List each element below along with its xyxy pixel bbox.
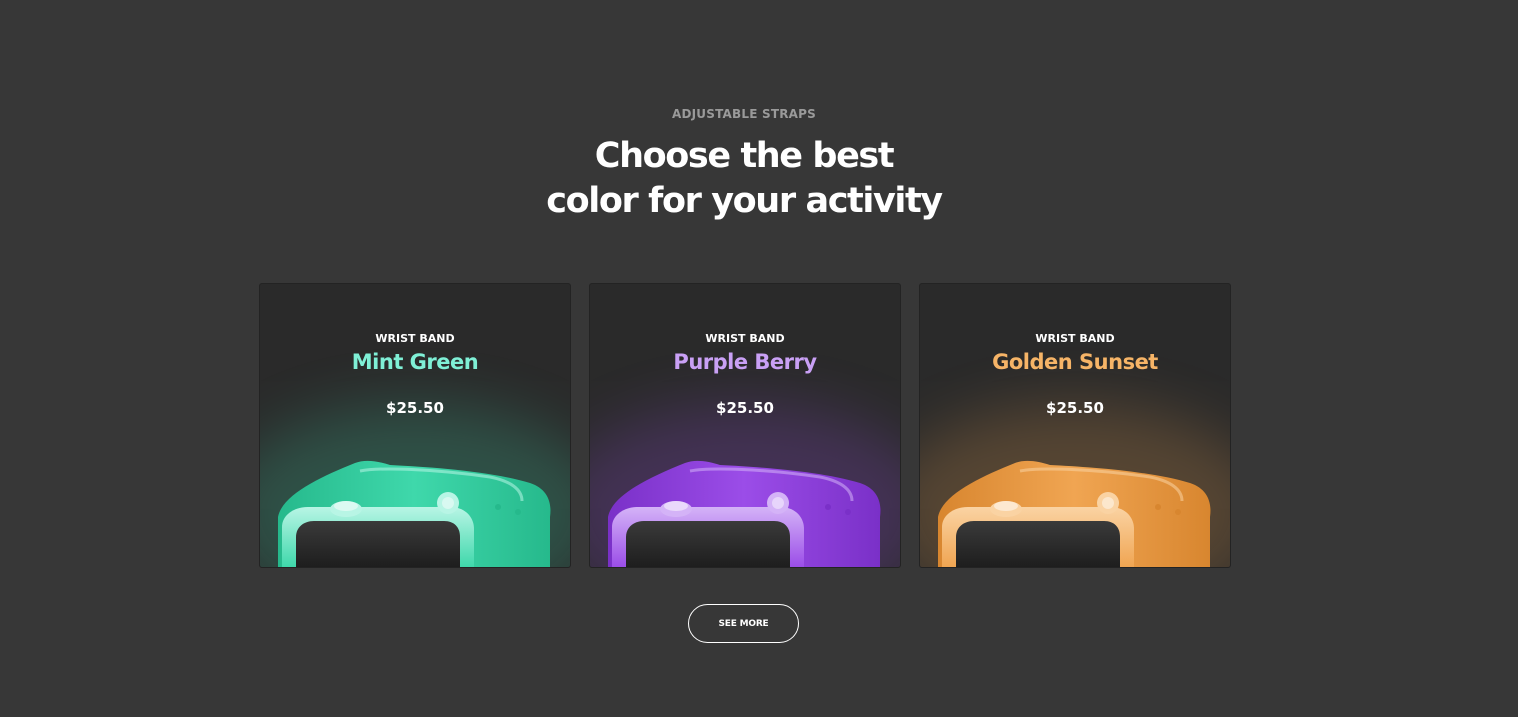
product-card-purple-berry[interactable]: WRIST BAND Purple Berry $25.50 [589,283,901,568]
watch-icon [938,460,1211,567]
watch-icon [608,460,881,567]
product-price: $25.50 [1046,399,1104,417]
product-card-golden-sunset[interactable]: WRIST BAND Golden Sunset $25.50 [919,283,1231,568]
headline-line-1: Choose the best [594,136,895,176]
watch-icon [278,460,551,567]
product-tag: WRIST BAND [705,332,785,345]
straps-section: ADJUSTABLE STRAPS Choose the best color … [0,0,1518,717]
section-eyebrow: ADJUSTABLE STRAPS [671,107,816,121]
section-headline: Choose the best color for your activity [0,134,1488,224]
product-price: $25.50 [386,399,444,417]
product-cards: WRIST BAND Mint Green $25.50 WRIST BAND … [259,283,1231,568]
product-card-mint-green[interactable]: WRIST BAND Mint Green $25.50 [259,283,571,568]
product-tag: WRIST BAND [1035,332,1115,345]
product-name[interactable]: Mint Green [260,350,570,374]
see-more-button[interactable]: SEE MORE [688,604,799,643]
product-tag: WRIST BAND [375,332,455,345]
product-name[interactable]: Purple Berry [590,350,900,374]
headline-line-2: color for your activity [546,181,943,221]
product-price: $25.50 [716,399,774,417]
product-name[interactable]: Golden Sunset [920,350,1230,374]
